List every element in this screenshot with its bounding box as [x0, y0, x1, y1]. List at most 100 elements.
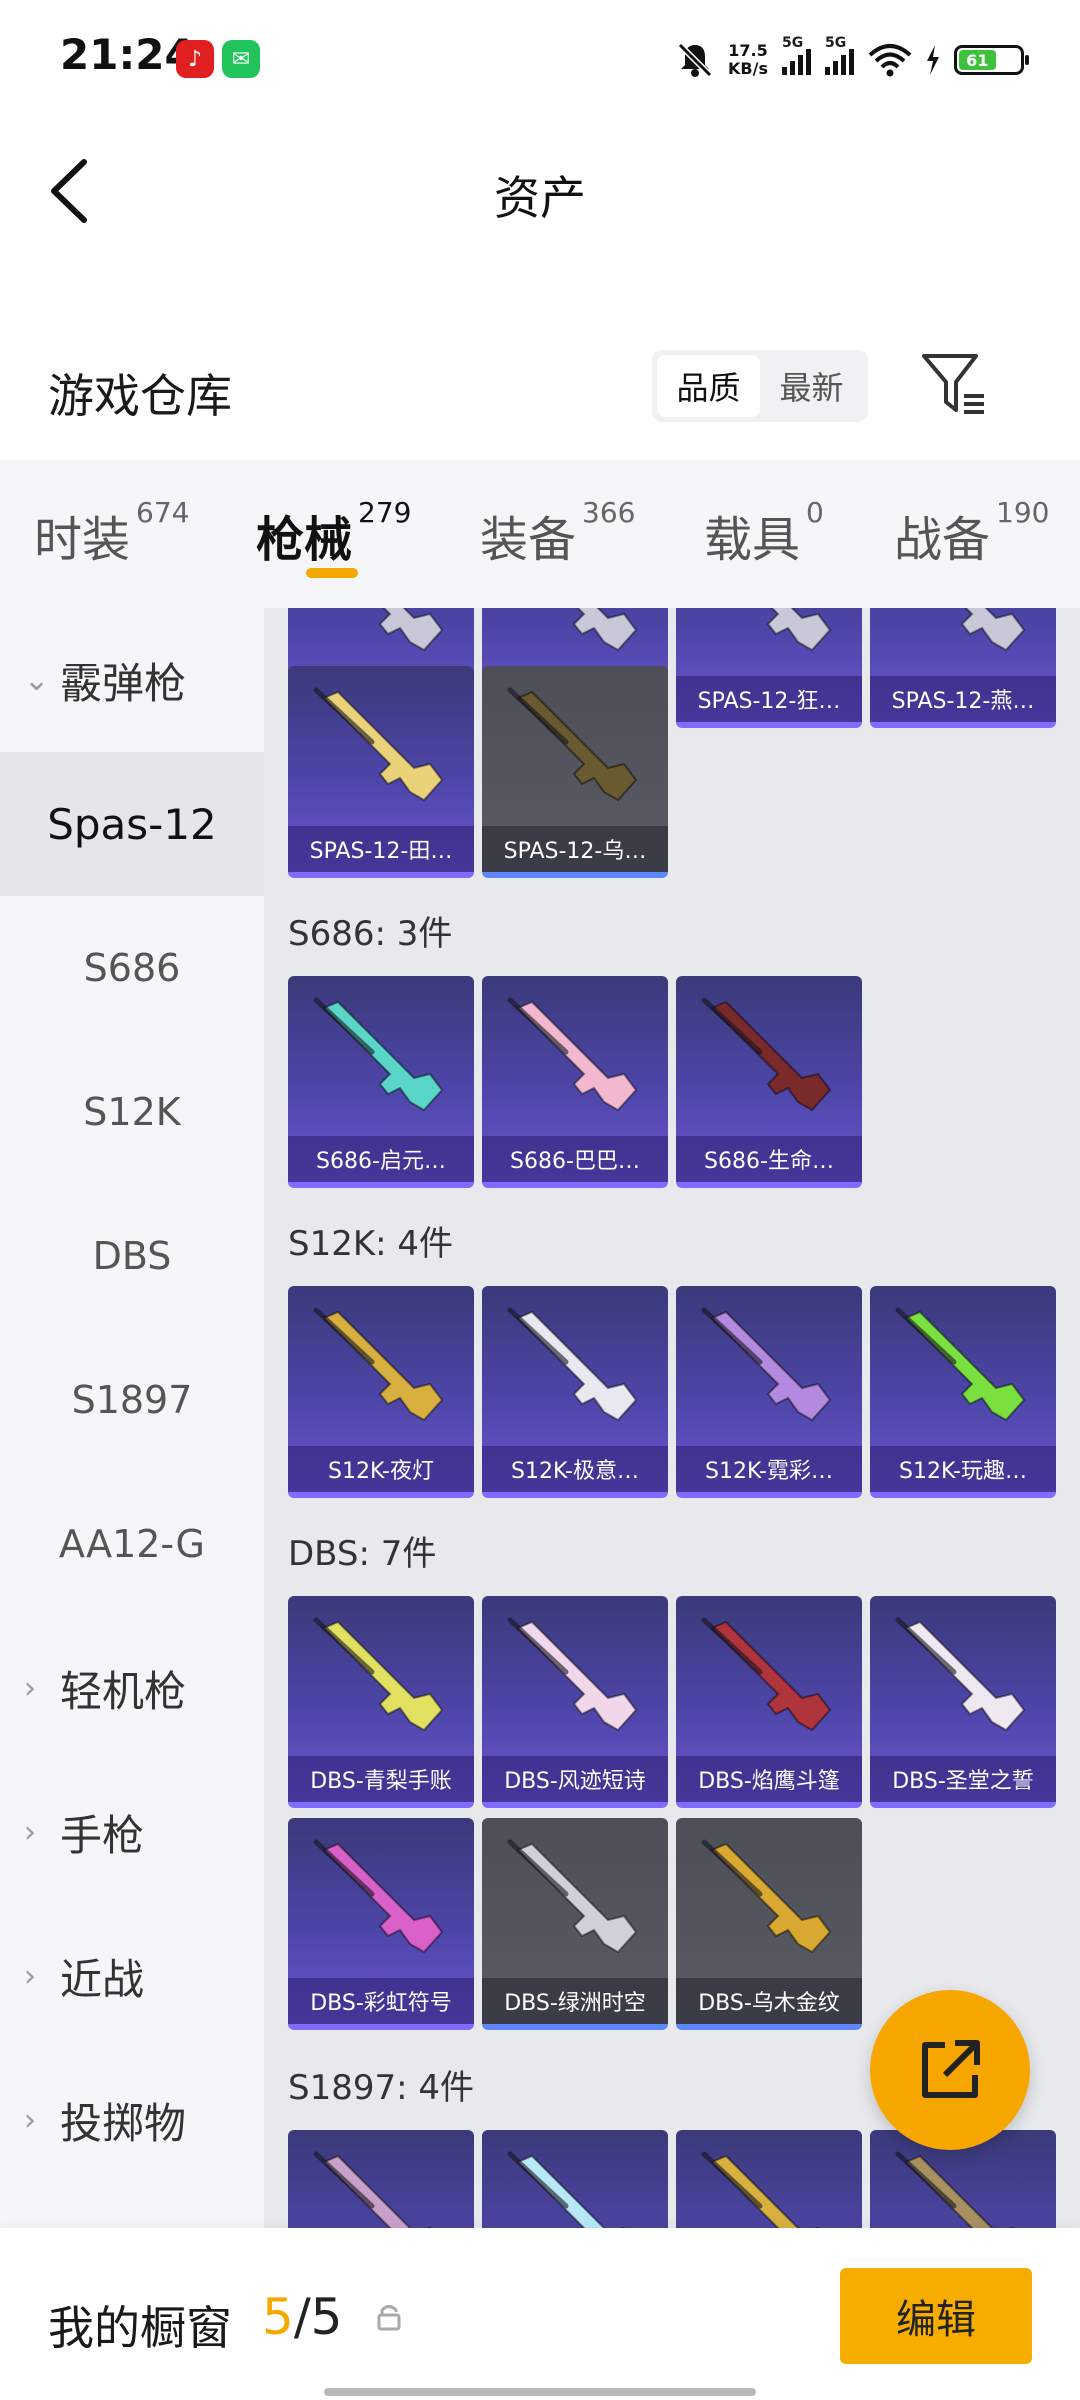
weapon-skin-image	[895, 2151, 1014, 2228]
tab-fashion[interactable]: 时装 674	[34, 496, 189, 570]
skin-card[interactable]: SPAS-12-田…	[288, 666, 474, 878]
skin-card[interactable]	[288, 2130, 474, 2228]
skin-card[interactable]: S12K-玩趣…	[870, 1286, 1056, 1498]
weapon-skin-image	[701, 1839, 832, 1954]
signal-icon-2: 5G	[825, 35, 854, 75]
weapon-skin-image	[313, 997, 444, 1112]
sidebar-item-dbs[interactable]: DBS	[0, 1184, 264, 1328]
sidebar-group-pistol[interactable]: › 手枪	[0, 1760, 264, 1904]
chevron-right-icon: ›	[24, 1814, 36, 1850]
network-speed: 17.5 KB/s	[728, 41, 768, 78]
skin-card[interactable]: DBS-乌木金纹	[676, 1818, 862, 2030]
status-bar: 21:24 ♪ ✉ 17.5 KB/s 5G 5G 61	[0, 0, 1080, 120]
sidebar-item-s686[interactable]: S686	[0, 896, 264, 1040]
page-title: 资产	[494, 171, 586, 225]
weapon-skin-image	[701, 1307, 832, 1422]
edit-button[interactable]: 编辑	[840, 2268, 1032, 2364]
group-label-s12k: S12K: 4件	[288, 1224, 454, 1264]
skin-card[interactable]: SPAS-12-燕…	[870, 608, 1056, 728]
tab-tactical[interactable]: 战备 190	[894, 496, 1049, 570]
skin-card[interactable]: DBS-焰鹰斗篷	[676, 1596, 862, 1808]
skin-card[interactable]: S12K-霓彩…	[676, 1286, 862, 1498]
weapon-skin-image	[313, 1617, 444, 1732]
skin-card[interactable]: S686-巴巴…	[482, 976, 668, 1188]
skin-name: S12K-极意…	[482, 1446, 668, 1492]
sort-latest-button[interactable]: 最新	[760, 355, 863, 417]
sidebar-group-melee[interactable]: › 近战	[0, 1904, 264, 2048]
weapon-skin-image	[701, 997, 832, 1112]
skin-name: DBS-青梨手账	[288, 1756, 474, 1802]
sidebar-item-s1897[interactable]: S1897	[0, 1328, 264, 1472]
share-button[interactable]	[870, 1990, 1030, 2150]
skin-card[interactable]: DBS-圣堂之誓	[870, 1596, 1056, 1808]
skin-card[interactable]: DBS-彩虹符号	[288, 1818, 474, 2030]
skin-name: SPAS-12-狂…	[676, 676, 862, 722]
weapon-skin-image	[960, 608, 1026, 652]
weapon-skin-image	[507, 1307, 638, 1422]
skin-card[interactable]: DBS-风迹短诗	[482, 1596, 668, 1808]
skin-card[interactable]: S12K-极意…	[482, 1286, 668, 1498]
sidebar-group-throwable[interactable]: › 投掷物	[0, 2048, 264, 2192]
wifi-icon	[868, 44, 912, 77]
home-indicator[interactable]	[324, 2388, 756, 2396]
skin-card[interactable]	[482, 2130, 668, 2228]
status-icons: 17.5 KB/s 5G 5G 61	[676, 34, 1029, 86]
chevron-right-icon: ›	[24, 1958, 36, 1994]
weapon-skin-image	[313, 1839, 444, 1954]
chevron-down-icon: ⌄	[24, 662, 50, 698]
active-tab-indicator	[306, 568, 358, 578]
skin-name: DBS-圣堂之誓	[870, 1756, 1056, 1802]
group-label-dbs: DBS: 7件	[288, 1534, 437, 1574]
weapon-skin-image	[507, 1617, 638, 1732]
mute-bell-icon	[677, 42, 713, 78]
sort-quality-button[interactable]: 品质	[657, 355, 760, 417]
tab-vehicles[interactable]: 载具 0	[704, 496, 824, 570]
sidebar-item-aa12g[interactable]: AA12-G	[0, 1472, 264, 1616]
skin-card[interactable]: SPAS-12-乌…	[482, 666, 668, 878]
weapon-skin-image	[766, 608, 832, 652]
skin-name: DBS-乌木金纹	[676, 1978, 862, 2024]
skin-card[interactable]: DBS-绿洲时空	[482, 1818, 668, 2030]
sidebar-group-shotgun[interactable]: ⌄ 霰弹枪	[0, 608, 264, 752]
weapon-skin-image	[701, 1617, 832, 1732]
skin-name: SPAS-12-燕…	[870, 676, 1056, 722]
skin-card[interactable]: SPAS-12-狂…	[676, 608, 862, 728]
section-title: 游戏仓库	[48, 369, 232, 423]
skin-name: SPAS-12-乌…	[482, 826, 668, 872]
battery-icon: 61	[954, 45, 1029, 75]
skin-name: S12K-霓彩…	[676, 1446, 862, 1492]
sidebar-item-s12k[interactable]: S12K	[0, 1040, 264, 1184]
tab-firearms[interactable]: 枪械 279	[256, 496, 411, 570]
skin-card[interactable]: S686-生命…	[676, 976, 862, 1188]
skin-name: S12K-夜灯	[288, 1446, 474, 1492]
charging-icon	[927, 45, 939, 75]
weapon-skin-image	[507, 2151, 626, 2228]
skin-name: SPAS-12-田…	[288, 826, 474, 872]
weapon-skin-image	[378, 608, 444, 652]
chevron-right-icon: ›	[24, 2102, 36, 2138]
lock-icon	[377, 2305, 401, 2331]
weapon-skin-image	[313, 2151, 432, 2228]
skin-card[interactable]: DBS-青梨手账	[288, 1596, 474, 1808]
skin-name: DBS-绿洲时空	[482, 1978, 668, 2024]
weapon-sidebar: ⌄ 霰弹枪 Spas-12 S686 S12K DBS S1897 AA12-G …	[0, 608, 264, 2228]
skin-card[interactable]	[676, 2130, 862, 2228]
weapon-skin-image	[507, 1839, 638, 1954]
skin-grid: S686: 3件 S12K: 4件 DBS: 7件 S1897: 4件 SPAS…	[264, 608, 1080, 2228]
tab-equipment[interactable]: 装备 366	[480, 496, 635, 570]
sidebar-group-lmg[interactable]: › 轻机枪	[0, 1616, 264, 1760]
wechat-icon: ✉	[222, 40, 260, 78]
filter-icon[interactable]	[920, 352, 990, 418]
weapon-skin-image	[313, 687, 444, 802]
skin-card[interactable]: S12K-夜灯	[288, 1286, 474, 1498]
weapon-skin-image	[507, 997, 638, 1112]
skin-name: S12K-玩趣…	[870, 1446, 1056, 1492]
sidebar-item-spas12[interactable]: Spas-12	[0, 752, 264, 896]
group-label-s1897: S1897: 4件	[288, 2068, 475, 2108]
clock: 21:24	[60, 30, 194, 79]
weapon-skin-image	[895, 1617, 1026, 1732]
chevron-right-icon: ›	[24, 1670, 36, 1706]
skin-name: DBS-彩虹符号	[288, 1978, 474, 2024]
weapon-skin-image	[701, 2151, 820, 2228]
skin-card[interactable]: S686-启元…	[288, 976, 474, 1188]
